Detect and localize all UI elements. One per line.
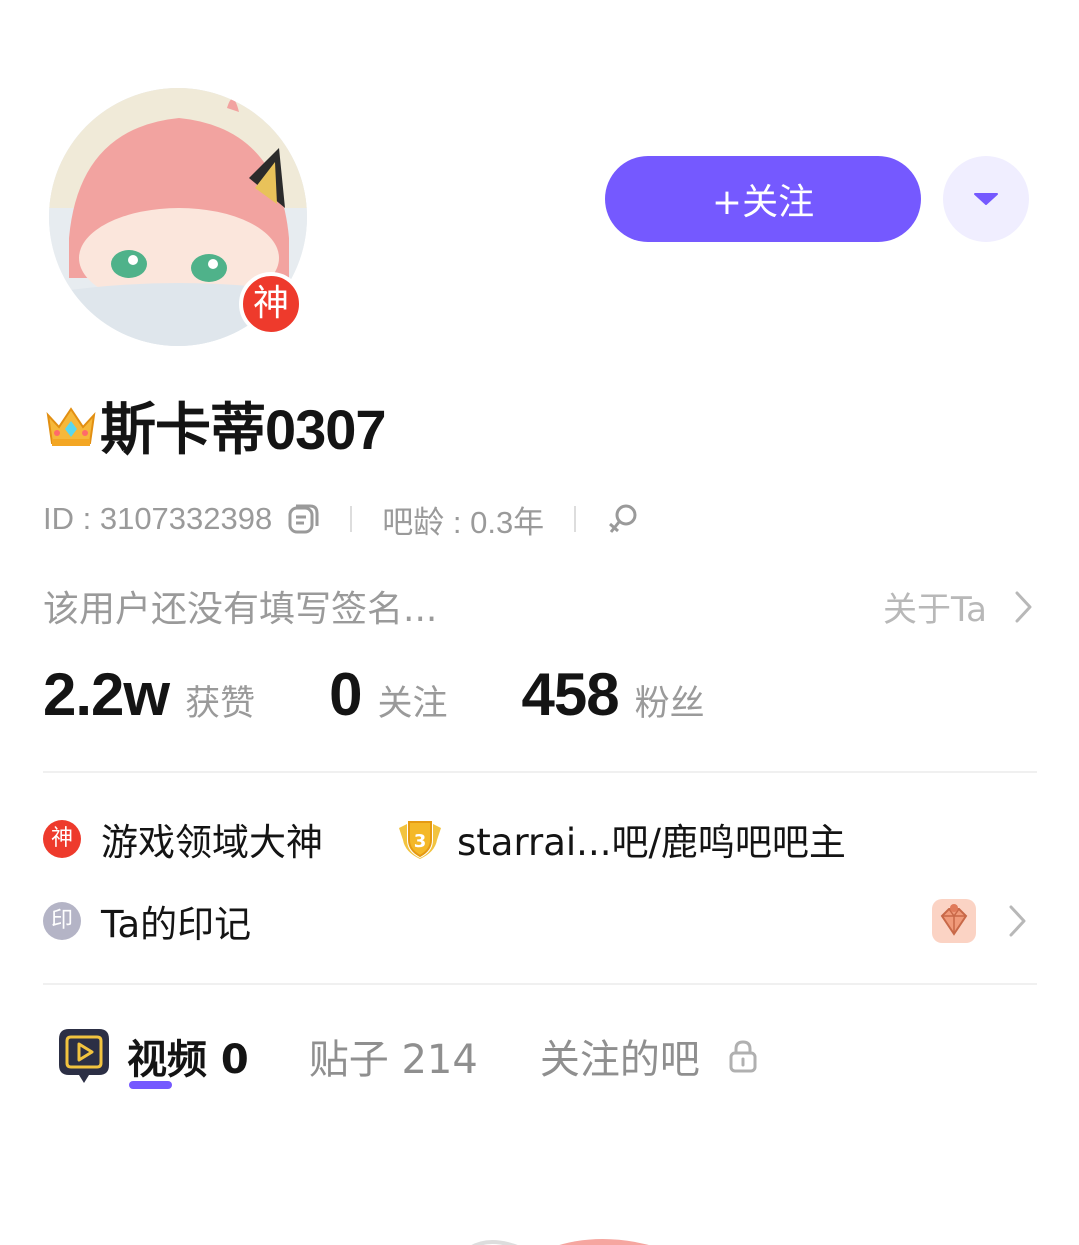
meta-separator [350, 506, 353, 532]
meta-row: ID : 3107332398 吧龄 : 0.3年 [43, 498, 640, 540]
username: 斯卡蒂0307 [100, 397, 387, 461]
bar-owner-label[interactable]: starrai...吧/鹿鸣吧吧主 [457, 812, 846, 866]
god-badge: 神 [239, 272, 303, 336]
diamond-badge-icon [932, 899, 976, 943]
stat-likes: 2.2w 获赞 [43, 660, 255, 729]
tab-posts[interactable]: 贴子 214 [309, 1027, 478, 1085]
tab-followed-bars[interactable]: 关注的吧 [540, 1027, 700, 1085]
stat-label: 粉丝 [634, 684, 705, 724]
divider [43, 983, 1037, 985]
mark-icon: 印 [43, 902, 81, 940]
stats-row: 2.2w 获赞 0 关注 458 粉丝 [43, 660, 705, 740]
game-god-label[interactable]: 游戏领域大神 [101, 812, 323, 866]
name-row: 斯卡蒂0307 [44, 390, 387, 461]
stat-number: 0 [329, 661, 362, 728]
lock-icon [729, 1040, 757, 1073]
follow-button[interactable]: +关注 [605, 156, 921, 242]
honor-row: 神 游戏领域大神 3 starrai...吧/鹿鸣吧吧主 [43, 814, 846, 864]
copy-icon[interactable] [286, 502, 320, 536]
bar-level-number: 3 [414, 831, 427, 852]
chevron-right-icon [1015, 591, 1032, 622]
content-peek [471, 1239, 650, 1245]
tab-videos[interactable]: 视频 0 [127, 1027, 249, 1085]
about-label: 关于Ta [883, 590, 987, 630]
stat-following[interactable]: 0 关注 [329, 660, 447, 729]
marks-label: Ta的印记 [101, 903, 252, 946]
divider [43, 771, 1037, 773]
meta-separator [574, 506, 577, 532]
about-link[interactable]: 关于Ta [883, 582, 1035, 631]
marks-row[interactable]: 印 Ta的印记 [43, 896, 1037, 946]
crown-icon [46, 407, 96, 446]
stat-label: 获赞 [185, 684, 256, 724]
gender-female-icon [609, 504, 637, 533]
active-tab-indicator [129, 1081, 172, 1089]
bar-level-shield-icon: 3 [399, 821, 441, 859]
video-play-icon [59, 1029, 109, 1083]
avatar-container[interactable]: 神 [49, 88, 307, 346]
stat-fans[interactable]: 458 粉丝 [521, 660, 704, 729]
bar-age: 吧龄 : 0.3年 [382, 504, 545, 540]
user-id: ID : 3107332398 [43, 501, 273, 536]
more-options-button[interactable] [943, 156, 1029, 242]
stat-label: 关注 [377, 684, 448, 724]
bio-text: 该用户还没有填写签名... [43, 589, 438, 630]
god-icon: 神 [43, 820, 81, 858]
chevron-right-icon [1009, 905, 1026, 937]
stat-number: 2.2w [43, 661, 170, 728]
stat-number: 458 [521, 661, 619, 728]
caret-down-icon [974, 193, 998, 205]
